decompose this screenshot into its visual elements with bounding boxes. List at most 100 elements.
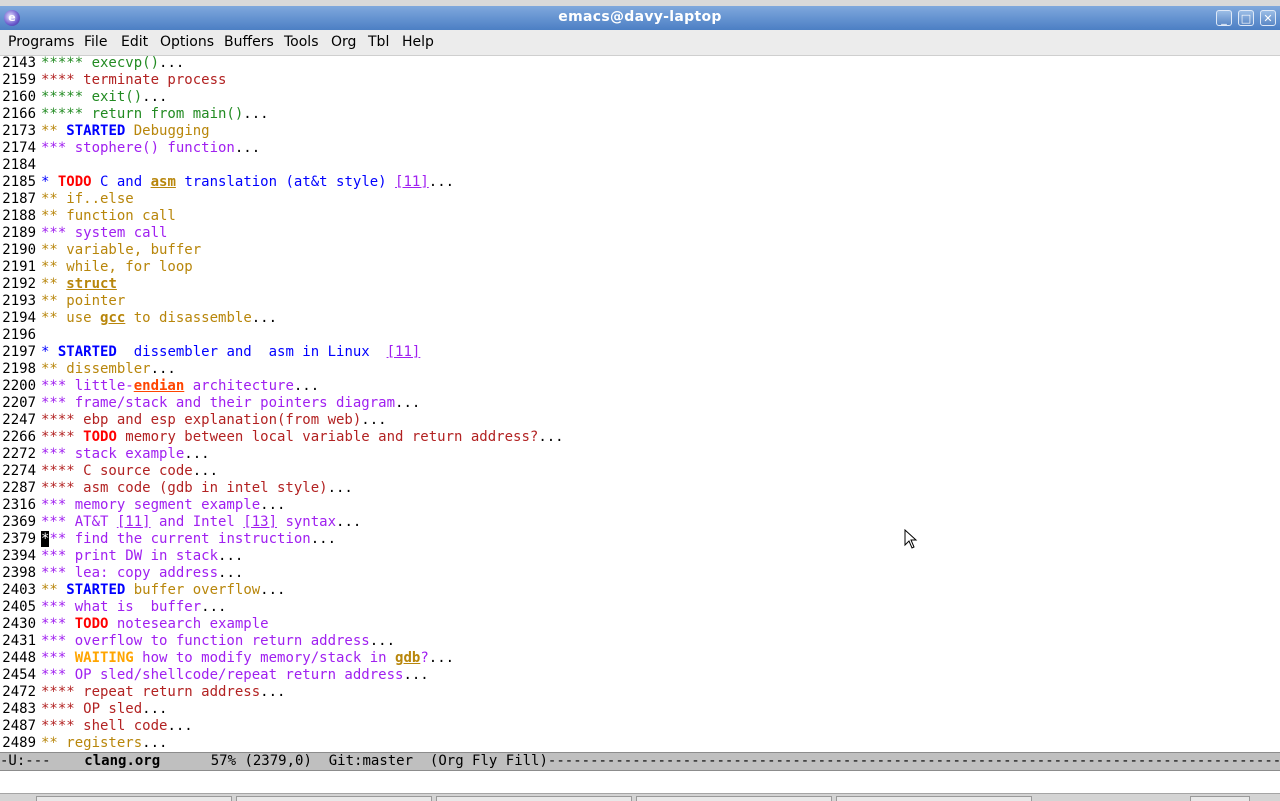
heading-text[interactable]: *** TODO notesearch example <box>41 616 269 633</box>
heading-text[interactable]: ** struct <box>41 276 117 293</box>
buffer-line[interactable]: 2185 * TODO C and asm translation (at&t s… <box>0 174 1280 191</box>
buffer-line[interactable]: 2173 ** STARTED Debugging <box>0 123 1280 140</box>
buffer-line[interactable]: 2266 **** TODO memory between local varia… <box>0 429 1280 446</box>
buffer-line[interactable]: 2405 *** what is buffer... <box>0 599 1280 616</box>
taskbar-button[interactable] <box>236 796 432 801</box>
buffer-line[interactable]: 2160 ***** exit()... <box>0 89 1280 106</box>
heading-text[interactable]: ** pointer <box>41 293 125 310</box>
footnote-link[interactable]: [11] <box>117 514 151 530</box>
menu-file[interactable]: File <box>84 34 107 50</box>
heading-text[interactable]: ** STARTED buffer overflow... <box>41 582 285 599</box>
buffer-line[interactable]: 2454 *** OP sled/shellcode/repeat return … <box>0 667 1280 684</box>
buffer-line[interactable]: 2196 <box>0 327 1280 344</box>
taskbar-button[interactable] <box>1190 796 1250 801</box>
heading-text[interactable]: **** terminate process <box>41 72 226 89</box>
mode-line[interactable]: -U:--- clang.org 57% (2379,0) Git:master… <box>0 752 1280 771</box>
buffer-line[interactable]: 2200 *** little-endian architecture... <box>0 378 1280 395</box>
menu-org[interactable]: Org <box>331 34 356 50</box>
footnote-link[interactable]: [11] <box>395 174 429 190</box>
buffer-line[interactable]: 2431 *** overflow to function return addr… <box>0 633 1280 650</box>
buffer-line[interactable]: 2369 *** AT&T [11] and Intel [13] syntax.… <box>0 514 1280 531</box>
buffer-line[interactable]: 2174 *** stophere() function... <box>0 140 1280 157</box>
buffer-line[interactable]: 2184 <box>0 157 1280 174</box>
buffer-line[interactable]: 2159 **** terminate process <box>0 72 1280 89</box>
heading-text[interactable]: ** STARTED Debugging <box>41 123 210 140</box>
taskbar-button[interactable] <box>436 796 632 801</box>
buffer-line[interactable]: 2272 *** stack example... <box>0 446 1280 463</box>
modeline-vcs[interactable]: Git:master <box>329 753 413 769</box>
heading-text[interactable]: **** C source code... <box>41 463 218 480</box>
menu-buffers[interactable]: Buffers <box>224 34 274 50</box>
heading-text[interactable]: ** while, for loop <box>41 259 193 276</box>
buffer-line[interactable]: 2472 **** repeat return address... <box>0 684 1280 701</box>
heading-text[interactable]: *** frame/stack and their pointers diagr… <box>41 395 420 412</box>
heading-text[interactable]: **** ebp and esp explanation(from web)..… <box>41 412 387 429</box>
heading-text[interactable]: *** system call <box>41 225 167 242</box>
maximize-icon[interactable]: □ <box>1238 10 1254 26</box>
buffer-line[interactable]: 2247 **** ebp and esp explanation(from we… <box>0 412 1280 429</box>
menu-tools[interactable]: Tools <box>284 34 319 50</box>
menu-programs[interactable]: Programs <box>8 34 74 50</box>
heading-text[interactable]: *** little-endian architecture... <box>41 378 319 395</box>
heading-text[interactable]: *** print DW in stack... <box>41 548 243 565</box>
buffer-line[interactable]: 2194 ** use gcc to disassemble... <box>0 310 1280 327</box>
buffer-line[interactable]: 2166 ***** return from main()... <box>0 106 1280 123</box>
buffer-line[interactable]: 2430 *** TODO notesearch example <box>0 616 1280 633</box>
heading-text[interactable]: *** what is buffer... <box>41 599 226 616</box>
buffer-line[interactable]: 2394 *** print DW in stack... <box>0 548 1280 565</box>
buffer-line[interactable]: 2316 *** memory segment example... <box>0 497 1280 514</box>
heading-text[interactable]: ** registers... <box>41 735 167 752</box>
buffer-line[interactable]: 2398 *** lea: copy address... <box>0 565 1280 582</box>
heading-text[interactable]: *** overflow to function return address.… <box>41 633 395 650</box>
heading-text[interactable]: **** repeat return address... <box>41 684 285 701</box>
menu-options[interactable]: Options <box>160 34 214 50</box>
buffer-line[interactable]: 2190 ** variable, buffer <box>0 242 1280 259</box>
taskbar-button[interactable] <box>836 796 1032 801</box>
heading-text[interactable]: ** dissembler... <box>41 361 176 378</box>
heading-text[interactable]: **** asm code (gdb in intel style)... <box>41 480 353 497</box>
heading-text[interactable]: *** find the current instruction... <box>41 531 336 548</box>
editor-buffer[interactable]: 2143 ***** execvp()... 2159 **** terminate … <box>0 55 1280 752</box>
buffer-line[interactable]: 2188 ** function call <box>0 208 1280 225</box>
minimize-icon[interactable]: _ <box>1216 10 1232 26</box>
buffer-line[interactable]: 2198 ** dissembler... <box>0 361 1280 378</box>
heading-text[interactable]: * STARTED dissembler and asm in Linux [1… <box>41 344 420 361</box>
taskbar-button[interactable] <box>36 796 232 801</box>
menu-help[interactable]: Help <box>402 34 434 50</box>
buffer-line[interactable]: 2191 ** while, for loop <box>0 259 1280 276</box>
buffer-line[interactable]: 2487 **** shell code... <box>0 718 1280 735</box>
heading-text[interactable]: *** WAITING how to modify memory/stack i… <box>41 650 454 667</box>
heading-text[interactable]: *** memory segment example... <box>41 497 285 514</box>
buffer-line[interactable]: 2489 ** registers... <box>0 735 1280 752</box>
footnote-link[interactable]: [13] <box>243 514 277 530</box>
modeline-modes[interactable]: (Org Fly Fill) <box>430 753 548 769</box>
heading-text[interactable]: **** shell code... <box>41 718 193 735</box>
buffer-line[interactable]: 2143 ***** execvp()... <box>0 55 1280 72</box>
heading-text[interactable]: * TODO C and asm translation (at&t style… <box>41 174 454 191</box>
heading-text[interactable]: *** lea: copy address... <box>41 565 243 582</box>
window-titlebar[interactable]: e emacs@davy-laptop _ □ ✕ <box>0 6 1280 30</box>
heading-text[interactable]: *** AT&T [11] and Intel [13] syntax... <box>41 514 361 531</box>
buffer-line[interactable]: 2274 **** C source code... <box>0 463 1280 480</box>
buffer-line[interactable]: 2187 ** if..else <box>0 191 1280 208</box>
buffer-line[interactable]: 2197 * STARTED dissembler and asm in Linu… <box>0 344 1280 361</box>
heading-text[interactable]: ***** return from main()... <box>41 106 269 123</box>
heading-text[interactable]: **** TODO memory between local variable … <box>41 429 564 446</box>
buffer-line[interactable]: 2403 ** STARTED buffer overflow... <box>0 582 1280 599</box>
heading-text[interactable]: ** variable, buffer <box>41 242 201 259</box>
footnote-link[interactable]: [11] <box>387 344 421 360</box>
heading-text[interactable]: ** if..else <box>41 191 134 208</box>
buffer-line[interactable]: 2192 ** struct <box>0 276 1280 293</box>
heading-text[interactable]: ***** exit()... <box>41 89 167 106</box>
heading-text[interactable]: ** function call <box>41 208 176 225</box>
menu-edit[interactable]: Edit <box>121 34 148 50</box>
menu-tbl[interactable]: Tbl <box>368 34 389 50</box>
heading-text[interactable]: *** OP sled/shellcode/repeat return addr… <box>41 667 429 684</box>
buffer-line[interactable]: 2483 **** OP sled... <box>0 701 1280 718</box>
buffer-line[interactable]: 2207 *** frame/stack and their pointers d… <box>0 395 1280 412</box>
heading-text[interactable]: ***** execvp()... <box>41 55 184 72</box>
buffer-line[interactable]: 2287 **** asm code (gdb in intel style)..… <box>0 480 1280 497</box>
buffer-line[interactable]: 2448 *** WAITING how to modify memory/sta… <box>0 650 1280 667</box>
taskbar-button[interactable] <box>636 796 832 801</box>
heading-text[interactable]: *** stack example... <box>41 446 210 463</box>
